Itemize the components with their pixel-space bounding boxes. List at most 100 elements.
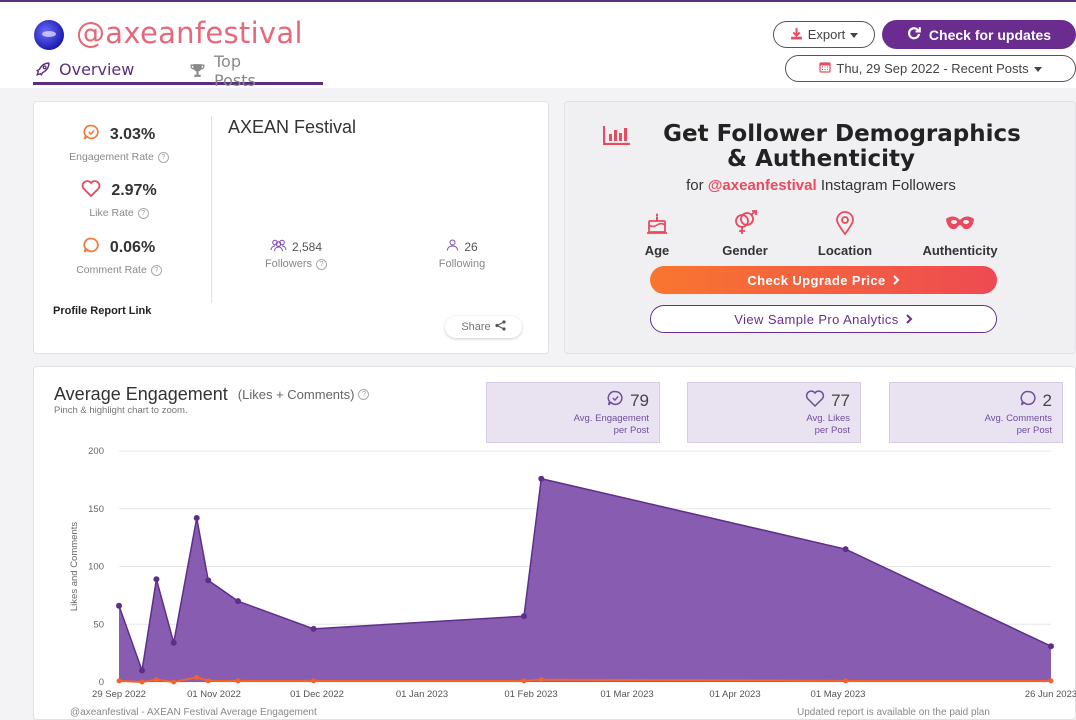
- demo-item-location-label: Location: [817, 243, 873, 258]
- chevron-right-icon: [892, 273, 900, 288]
- engagement-icon: [607, 390, 624, 412]
- comment-rate-value: 0.06%: [109, 239, 156, 256]
- help-icon[interactable]: ?: [157, 151, 169, 163]
- export-button[interactable]: Export: [773, 21, 875, 48]
- engagement-rate-stat: 3.03% Engagement Rate?: [49, 124, 189, 163]
- subtitle-handle: @axeanfestival: [707, 177, 817, 194]
- data-point: [235, 598, 242, 605]
- refresh-icon: [907, 26, 921, 43]
- tab-top-posts[interactable]: Top Posts: [189, 52, 257, 90]
- like-rate-label: Like Rate: [89, 207, 134, 219]
- profile-report-link[interactable]: Profile Report Link: [53, 305, 151, 317]
- cake-icon: [627, 210, 687, 236]
- profile-stats-card: 3.03% Engagement Rate? 2.97% Like Rate? …: [33, 101, 549, 354]
- header: @axeanfestival Overview Top Posts Export…: [0, 2, 1076, 90]
- comment-icon: [83, 237, 100, 259]
- data-point: [139, 667, 146, 674]
- data-point: [1048, 643, 1054, 650]
- gender-icon: [710, 210, 780, 236]
- y-tick-label: 0: [99, 677, 104, 688]
- sample-label: View Sample Pro Analytics: [734, 311, 899, 327]
- tab-overview[interactable]: Overview: [33, 56, 323, 85]
- download-icon: [790, 27, 803, 43]
- rocket-icon: [33, 60, 51, 78]
- subtitle-suffix: Instagram Followers: [820, 177, 956, 194]
- check-updates-label: Check for updates: [928, 26, 1052, 43]
- x-tick-label: 01 May 2023: [811, 689, 866, 700]
- date-range-select[interactable]: Thu, 29 Sep 2022 - Recent Posts: [785, 55, 1076, 82]
- demo-item-gender-label: Gender: [722, 243, 768, 258]
- data-point: [842, 546, 849, 553]
- engagement-subtitle: (Likes + Comments): [237, 387, 355, 402]
- like-rate-value: 2.97%: [111, 182, 157, 199]
- data-point: [843, 678, 849, 684]
- bar-chart-icon: [602, 125, 631, 151]
- heart-icon: [81, 180, 101, 202]
- data-point: [116, 602, 122, 609]
- check-upgrade-price-button[interactable]: Check Upgrade Price: [650, 266, 997, 294]
- tab-overview-label: Overview: [59, 59, 135, 79]
- share-label: Share: [461, 321, 491, 333]
- x-tick-label: 29 Sep 2022: [92, 689, 146, 700]
- x-tick-label: 26 Jun 2023: [1025, 689, 1076, 700]
- demo-item-authenticity: Authenticity: [910, 210, 1010, 258]
- comment-rate-stat: 0.06% Comment Rate?: [49, 237, 189, 276]
- data-point: [139, 679, 145, 685]
- x-tick-label: 01 Feb 2023: [504, 689, 557, 700]
- demo-item-age: Age: [627, 210, 687, 258]
- data-point: [520, 613, 527, 620]
- help-icon[interactable]: ?: [137, 207, 149, 219]
- data-point: [521, 678, 527, 684]
- calendar-icon: [819, 61, 831, 76]
- data-point: [194, 674, 200, 680]
- engagement-icon: [83, 124, 100, 146]
- help-icon[interactable]: ?: [150, 264, 162, 276]
- y-tick-label: 200: [88, 446, 104, 457]
- caret-down-icon: [1033, 61, 1042, 76]
- upgrade-label: Check Upgrade Price: [747, 272, 886, 288]
- following-label: Following: [438, 258, 486, 270]
- export-label: Export: [807, 27, 846, 42]
- avg-engagement-box: 79 Avg. Engagement per Post: [486, 382, 660, 443]
- caret-down-icon: [850, 27, 859, 42]
- demographics-upsell-card: Get Follower Demographics & Authenticity…: [564, 101, 1076, 354]
- y-tick-label: 50: [93, 619, 104, 630]
- help-icon[interactable]: ?: [316, 258, 328, 270]
- chart-zoom-hint: Pinch & highlight chart to zoom.: [54, 405, 188, 416]
- x-tick-label: 01 Jan 2023: [396, 689, 448, 700]
- share-button[interactable]: Share: [445, 316, 522, 338]
- demo-item-authenticity-label: Authenticity: [922, 243, 998, 258]
- y-tick-label: 150: [88, 504, 104, 515]
- demographics-title: Get Follower Demographics & Authenticity: [565, 122, 1076, 172]
- avg-engagement-label: Avg. Engagement: [573, 413, 649, 424]
- y-tick-label: 100: [88, 562, 104, 573]
- profile-handle: @axeanfestival: [76, 16, 303, 50]
- check-updates-button[interactable]: Check for updates: [882, 20, 1076, 49]
- x-tick-label: 01 Apr 2023: [709, 689, 760, 700]
- view-sample-analytics-button[interactable]: View Sample Pro Analytics: [650, 305, 997, 333]
- engagement-rate-value: 3.03%: [109, 126, 156, 143]
- data-point: [310, 625, 317, 632]
- followers-count: 2,584: [291, 239, 323, 254]
- x-tick-label: 01 Nov 2022: [187, 689, 241, 700]
- share-icon: [495, 320, 506, 334]
- data-point: [205, 678, 211, 684]
- users-icon: [270, 239, 287, 254]
- avg-engagement-label-2: per Post: [613, 425, 649, 436]
- comment-rate-label: Comment Rate: [76, 264, 147, 276]
- data-point: [311, 678, 317, 684]
- user-icon: [446, 239, 459, 254]
- avg-likes-label-2: per Post: [814, 425, 850, 436]
- y-axis-label: Likes and Comments: [69, 522, 80, 611]
- avg-comments-label-2: per Post: [1016, 425, 1052, 436]
- trophy-icon: [189, 62, 206, 80]
- vertical-divider: [211, 116, 212, 303]
- help-icon[interactable]: ?: [358, 389, 370, 400]
- avg-comments-value: 2: [1042, 391, 1052, 410]
- data-point: [538, 677, 544, 683]
- demo-item-gender: Gender: [710, 210, 780, 258]
- subtitle-prefix: for: [686, 177, 704, 194]
- tab-top-posts-label: Top Posts: [214, 51, 256, 90]
- data-point: [235, 678, 241, 684]
- engagement-rate-label: Engagement Rate: [69, 151, 154, 163]
